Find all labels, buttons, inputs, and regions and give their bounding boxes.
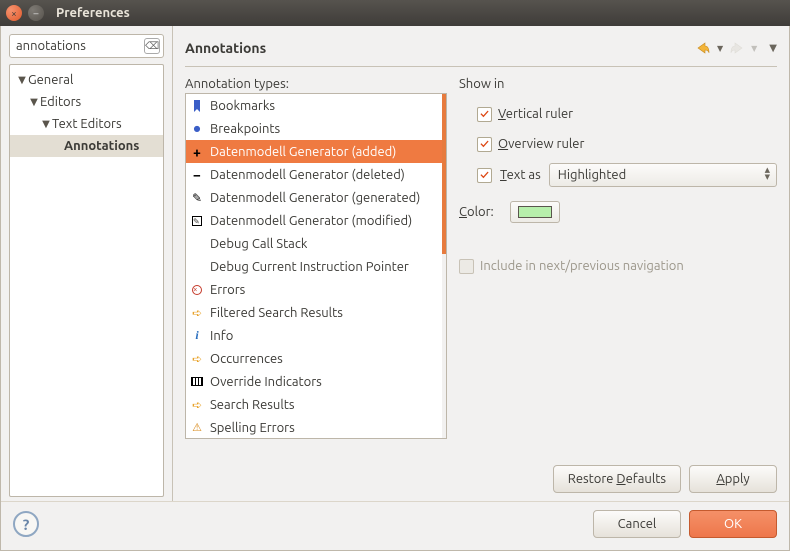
overview-ruler-label: Overview ruler bbox=[498, 137, 584, 151]
color-picker-button[interactable] bbox=[510, 201, 560, 223]
filter-input[interactable] bbox=[9, 34, 164, 58]
annotation-type-item[interactable]: Debug Call Stack bbox=[186, 232, 442, 255]
back-button[interactable] bbox=[695, 40, 711, 56]
annotation-type-item[interactable]: × Errors bbox=[186, 278, 442, 301]
annotation-type-label: Bookmarks bbox=[210, 99, 275, 113]
minus-icon: − bbox=[190, 168, 204, 182]
include-navigation-label: Include in next/previous navigation bbox=[480, 259, 684, 273]
back-menu-caret-icon[interactable]: ▼ bbox=[717, 44, 723, 53]
tree-item-editors[interactable]: ▼ Editors bbox=[10, 91, 163, 113]
forward-button[interactable] bbox=[729, 40, 745, 56]
annotation-type-item[interactable]: ✎ Datenmodell Generator (modified) bbox=[186, 209, 442, 232]
annotation-type-label: Info bbox=[210, 329, 233, 343]
page-title: Annotations bbox=[185, 40, 266, 56]
preferences-tree[interactable]: ▼ General ▼ Editors ▼ Text Editors Annot… bbox=[9, 64, 164, 497]
annotation-types-list[interactable]: Bookmarks ● Breakpoints + Datenmodell Genera… bbox=[185, 93, 447, 439]
annotation-type-item[interactable]: Debug Current Instruction Pointer bbox=[186, 255, 442, 278]
annotation-type-item[interactable]: ➪ Filtered Search Results bbox=[186, 301, 442, 324]
view-menu-caret-icon[interactable]: ▼ bbox=[769, 42, 777, 54]
annotation-type-item[interactable]: ➪ Occurrences bbox=[186, 347, 442, 370]
plus-icon: + bbox=[190, 145, 204, 159]
list-scrollbar[interactable] bbox=[442, 94, 446, 438]
arrow-icon: ➪ bbox=[190, 306, 204, 320]
annotation-type-label: Datenmodell Generator (added) bbox=[210, 145, 396, 159]
include-navigation-checkbox bbox=[459, 259, 474, 274]
show-in-caption: Show in bbox=[459, 77, 777, 91]
window-title: Preferences bbox=[56, 6, 130, 20]
annotation-type-item[interactable]: Override Indicators bbox=[186, 370, 442, 393]
annotation-type-label: Spelling Errors bbox=[210, 421, 295, 435]
vertical-ruler-label: Vertical ruler bbox=[498, 107, 573, 121]
info-icon: i bbox=[190, 329, 204, 343]
text-as-select[interactable]: Highlighted ▲▼ bbox=[549, 163, 777, 187]
arrow-icon: ➪ bbox=[190, 398, 204, 412]
breakpoint-icon: ● bbox=[190, 122, 204, 136]
overview-ruler-checkbox[interactable] bbox=[477, 137, 492, 152]
color-label: Color: bbox=[459, 205, 494, 219]
annotation-type-item[interactable]: ● Breakpoints bbox=[186, 117, 442, 140]
annotation-type-label: Breakpoints bbox=[210, 122, 280, 136]
ok-button[interactable]: OK bbox=[689, 510, 777, 538]
override-icon bbox=[190, 375, 204, 389]
annotation-type-item[interactable]: i Info bbox=[186, 324, 442, 347]
annotation-type-item[interactable]: + Datenmodell Generator (added) bbox=[186, 140, 442, 163]
tree-item-text-editors[interactable]: ▼ Text Editors bbox=[10, 113, 163, 135]
title-bar: × – Preferences bbox=[0, 0, 790, 26]
tree-twisty-icon[interactable]: ▼ bbox=[40, 118, 52, 130]
pencil-icon: ✎ bbox=[190, 191, 204, 205]
color-swatch bbox=[518, 206, 552, 218]
select-caret-icon: ▲▼ bbox=[765, 167, 770, 181]
annotation-type-item[interactable]: ✎ Datenmodell Generator (generated) bbox=[186, 186, 442, 209]
text-as-label: Text as bbox=[500, 168, 541, 182]
text-as-checkbox[interactable] bbox=[477, 168, 492, 183]
annotation-type-label: Search Results bbox=[210, 398, 295, 412]
annotation-type-label: Debug Call Stack bbox=[210, 237, 307, 251]
tree-twisty-icon[interactable]: ▼ bbox=[16, 74, 28, 86]
annotation-type-label: Filtered Search Results bbox=[210, 306, 343, 320]
annotation-type-item[interactable]: Bookmarks bbox=[186, 94, 442, 117]
edit-icon: ✎ bbox=[190, 214, 204, 228]
annotation-type-item[interactable]: ➪ Search Results bbox=[186, 393, 442, 416]
tree-twisty-spacer bbox=[52, 141, 64, 152]
annotation-type-label: Datenmodell Generator (modified) bbox=[210, 214, 412, 228]
cancel-button[interactable]: Cancel bbox=[593, 510, 681, 538]
tree-twisty-icon[interactable]: ▼ bbox=[28, 96, 40, 108]
restore-defaults-button[interactable]: Restore Defaults bbox=[553, 465, 681, 493]
annotation-type-label: Datenmodell Generator (deleted) bbox=[210, 168, 405, 182]
clear-filter-button[interactable]: ⌫ bbox=[144, 38, 160, 54]
annotation-type-item[interactable]: ⚠ Spelling Errors bbox=[186, 416, 442, 438]
page-pane: Annotations ▼ ▼ ▼ Annotation types: bbox=[173, 26, 789, 501]
warning-icon: ⚠ bbox=[190, 421, 204, 435]
error-icon: × bbox=[190, 283, 204, 297]
annotation-type-label: Datenmodell Generator (generated) bbox=[210, 191, 420, 205]
annotation-type-item[interactable]: −Datenmodell Generator (deleted) bbox=[186, 163, 442, 186]
help-button[interactable]: ? bbox=[13, 511, 39, 537]
annotation-type-label: Override Indicators bbox=[210, 375, 322, 389]
vertical-ruler-checkbox[interactable] bbox=[477, 107, 492, 122]
tree-item-annotations[interactable]: Annotations bbox=[10, 135, 163, 157]
apply-button[interactable]: Apply bbox=[689, 465, 777, 493]
nav-pane: ⌫ ▼ General ▼ Editors ▼ Text Editors Ann… bbox=[1, 26, 173, 501]
forward-menu-caret-icon[interactable]: ▼ bbox=[751, 44, 757, 53]
annotation-type-label: Occurrences bbox=[210, 352, 283, 366]
arrow-icon: ➪ bbox=[190, 352, 204, 366]
list-caption: Annotation types: bbox=[185, 77, 447, 91]
bookmark-icon bbox=[190, 99, 204, 113]
annotation-type-label: Errors bbox=[210, 283, 245, 297]
tree-item-general[interactable]: ▼ General bbox=[10, 69, 163, 91]
window-close-button[interactable]: × bbox=[6, 5, 22, 21]
separator bbox=[185, 66, 777, 67]
annotation-type-label: Debug Current Instruction Pointer bbox=[210, 260, 409, 274]
window-minimize-button[interactable]: – bbox=[28, 5, 44, 21]
